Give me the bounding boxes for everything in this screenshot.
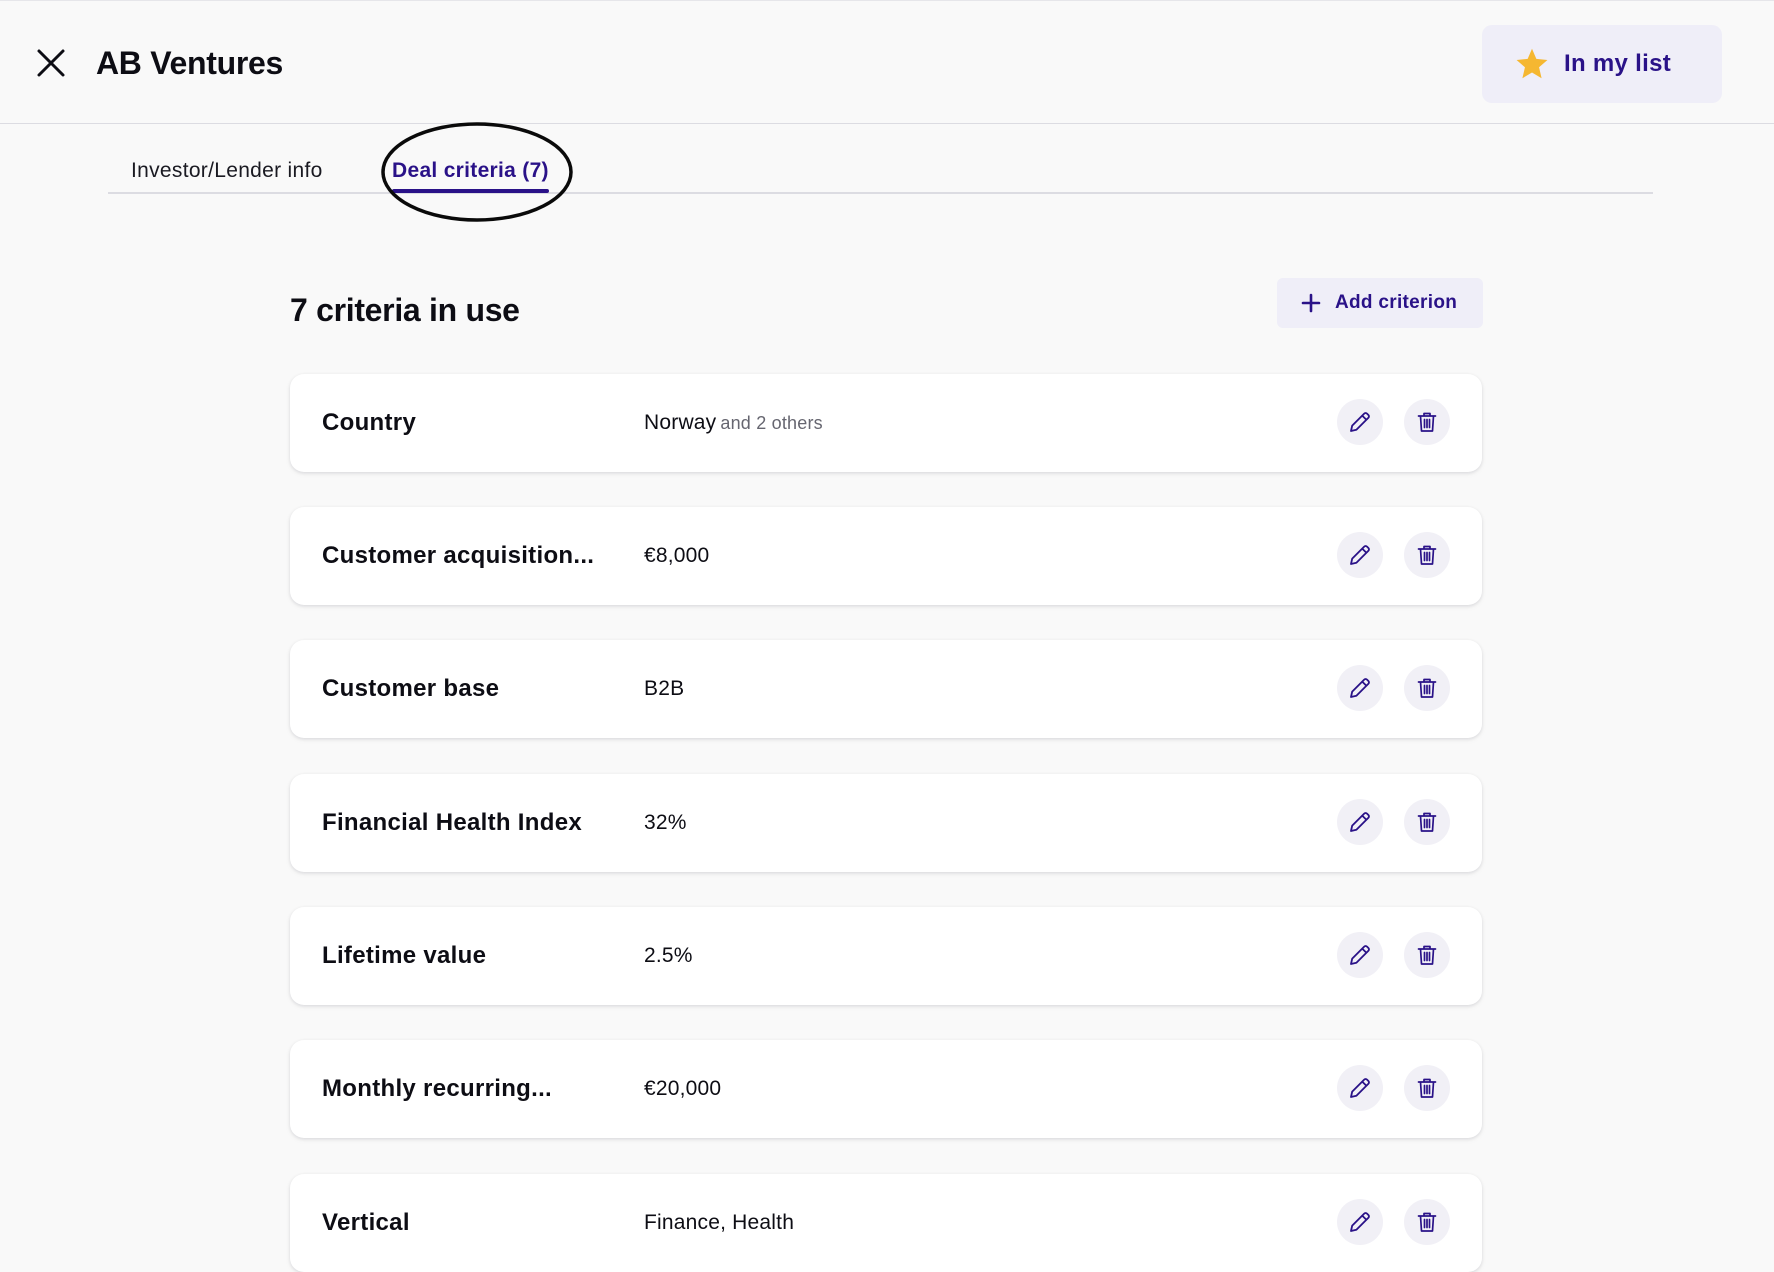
trash-icon	[1417, 945, 1437, 965]
trash-icon	[1417, 545, 1437, 565]
edit-criterion-button[interactable]	[1337, 932, 1383, 978]
criterion-value-main: B2B	[644, 677, 685, 700]
edit-criterion-button[interactable]	[1337, 1065, 1383, 1111]
criterion-value-main: Finance, Health	[644, 1211, 795, 1234]
criterion-value-main: €20,000	[644, 1077, 722, 1100]
tab-deal-criteria-label: Deal criteria (7)	[392, 159, 549, 182]
delete-criterion-button[interactable]	[1404, 1199, 1450, 1245]
criterion-card-customer-acquisition: Customer acquisition... €8,000	[290, 507, 1482, 605]
delete-criterion-button[interactable]	[1404, 399, 1450, 445]
delete-criterion-button[interactable]	[1404, 532, 1450, 578]
criterion-card-vertical: Vertical Finance, Health	[290, 1174, 1482, 1272]
pencil-icon	[1350, 812, 1370, 832]
edit-criterion-button[interactable]	[1337, 799, 1383, 845]
criterion-value-main: 32%	[644, 811, 687, 834]
star-icon	[1516, 48, 1548, 79]
tab-deal-criteria[interactable]: Deal criteria (7)	[392, 124, 549, 193]
criterion-value-main: 2.5%	[644, 944, 693, 967]
close-button[interactable]	[30, 42, 72, 84]
criterion-card-customer-base: Customer base B2B	[290, 640, 1482, 738]
criterion-name: Customer base	[322, 675, 500, 702]
criteria-heading: 7 criteria in use	[290, 292, 520, 328]
delete-criterion-button[interactable]	[1404, 932, 1450, 978]
top-bar: AB Ventures In my list	[0, 0, 1774, 124]
pencil-icon	[1350, 945, 1370, 965]
trash-icon	[1417, 1212, 1437, 1232]
criterion-value-extra: and 2 others	[720, 413, 823, 433]
trash-icon	[1417, 678, 1437, 698]
criterion-value: 32%	[644, 774, 687, 872]
in-my-list-label: In my list	[1564, 50, 1672, 77]
criterion-value-main: €8,000	[644, 544, 710, 567]
criterion-value-main: Norway	[644, 411, 717, 434]
criterion-card-country: Country Norway and 2 others	[290, 374, 1482, 472]
delete-criterion-button[interactable]	[1404, 1065, 1450, 1111]
tab-investor-lender-info[interactable]: Investor/Lender info	[131, 124, 323, 192]
add-criterion-button[interactable]: Add criterion	[1277, 278, 1483, 328]
delete-criterion-button[interactable]	[1404, 665, 1450, 711]
criterion-value: €20,000	[644, 1040, 721, 1138]
pencil-icon	[1350, 1212, 1370, 1232]
in-my-list-button[interactable]: In my list	[1482, 25, 1722, 103]
plus-icon	[1301, 293, 1321, 313]
criterion-name: Customer acquisition...	[322, 542, 595, 569]
criterion-name: Vertical	[322, 1209, 410, 1236]
criterion-name: Monthly recurring...	[322, 1075, 553, 1102]
criterion-value: Norway and 2 others	[644, 374, 823, 472]
add-criterion-label: Add criterion	[1335, 292, 1458, 313]
criterion-card-financial-health-index: Financial Health Index 32%	[290, 774, 1482, 872]
trash-icon	[1417, 812, 1437, 832]
tab-bar: Investor/Lender info Deal criteria (7)	[108, 124, 1653, 194]
page-title: AB Ventures	[96, 45, 283, 81]
trash-icon	[1417, 412, 1437, 432]
trash-icon	[1417, 1078, 1437, 1098]
criterion-card-monthly-recurring: Monthly recurring... €20,000	[290, 1040, 1482, 1138]
active-tab-indicator	[392, 189, 549, 193]
criterion-name: Country	[322, 409, 417, 436]
pencil-icon	[1350, 545, 1370, 565]
criterion-name: Financial Health Index	[322, 809, 582, 836]
pencil-icon	[1350, 1078, 1370, 1098]
edit-criterion-button[interactable]	[1337, 665, 1383, 711]
criterion-value: €8,000	[644, 507, 709, 605]
criterion-value: B2B	[644, 640, 684, 738]
edit-criterion-button[interactable]	[1337, 532, 1383, 578]
edit-criterion-button[interactable]	[1337, 1199, 1383, 1245]
pencil-icon	[1350, 678, 1370, 698]
delete-criterion-button[interactable]	[1404, 799, 1450, 845]
close-icon	[37, 49, 65, 77]
edit-criterion-button[interactable]	[1337, 399, 1383, 445]
criterion-name: Lifetime value	[322, 942, 487, 969]
criterion-value: Finance, Health	[644, 1174, 794, 1272]
criterion-card-lifetime-value: Lifetime value 2.5%	[290, 907, 1482, 1005]
criterion-value: 2.5%	[644, 907, 693, 1005]
pencil-icon	[1350, 412, 1370, 432]
